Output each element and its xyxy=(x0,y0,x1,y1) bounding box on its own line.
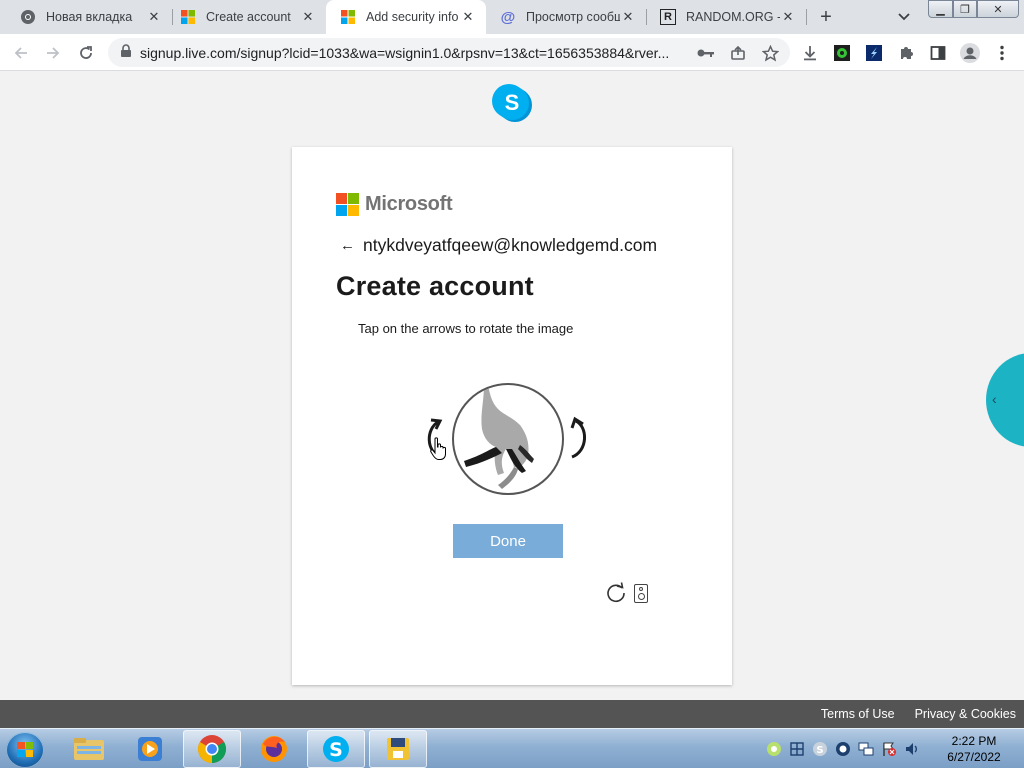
page-footer: Terms of Use Privacy & Cookies xyxy=(0,700,1024,728)
tab-search-chevron-icon[interactable] xyxy=(895,8,913,26)
extension-blue-icon[interactable] xyxy=(862,41,886,65)
clock-date: 6/27/2022 xyxy=(947,750,1001,764)
chrome-menu-icon[interactable] xyxy=(990,41,1014,65)
tab-label: Add security info xyxy=(366,10,459,24)
minimize-window-button[interactable]: ▁ xyxy=(928,0,953,18)
chrome-taskbar-icon[interactable] xyxy=(183,730,241,768)
clock-time: 2:22 PM xyxy=(951,734,997,748)
tab-label: Новая вкладка xyxy=(46,10,133,24)
tray-security-icon[interactable] xyxy=(835,741,851,757)
close-tab-icon[interactable]: ✕ xyxy=(300,9,316,25)
bookmark-star-icon[interactable] xyxy=(758,41,782,65)
tab-label: Просмотр сообщ xyxy=(526,10,620,24)
back-arrow-icon[interactable] xyxy=(9,41,33,65)
firefox-taskbar-icon[interactable] xyxy=(245,730,303,768)
random-org-icon: R xyxy=(660,9,676,25)
tray-app-green-icon[interactable] xyxy=(766,741,782,757)
tab-add-security-info[interactable]: Add security info ✕ xyxy=(326,0,486,34)
puzzle-instruction: Tap on the arrows to rotate the image xyxy=(358,321,574,336)
side-drawer-tab[interactable]: ‹ xyxy=(986,353,1024,447)
identity-banner: ← ntykdveyatfqeew@knowledgemd.com xyxy=(340,235,657,256)
microsoft-icon xyxy=(180,9,196,25)
start-button[interactable] xyxy=(6,732,44,768)
skype-taskbar-icon[interactable]: S xyxy=(307,730,365,768)
puzzle-extensions-icon[interactable] xyxy=(894,41,918,65)
svg-text:S: S xyxy=(816,745,823,756)
microsoft-squares-icon xyxy=(336,193,359,216)
restore-window-button[interactable]: ❐ xyxy=(953,0,977,18)
tab-label: RANDOM.ORG - ( xyxy=(686,10,780,24)
extension-green-icon[interactable] xyxy=(830,41,854,65)
identity-email: ntykdveyatfqeew@knowledgemd.com xyxy=(363,235,658,255)
terms-of-use-link[interactable]: Terms of Use xyxy=(821,707,895,721)
tray-volume-icon[interactable] xyxy=(904,741,920,757)
microsoft-logo: Microsoft xyxy=(336,193,453,216)
windows-taskbar: S S 2:22 PM 6/27/2022 xyxy=(0,728,1024,768)
animal-figure-icon xyxy=(464,385,534,489)
hand-cursor-icon xyxy=(430,437,446,460)
done-button[interactable]: Done xyxy=(453,524,563,558)
tray-network-icon[interactable] xyxy=(858,741,874,757)
notepad-taskbar-icon[interactable] xyxy=(369,730,427,768)
back-arrow-icon[interactable]: ← xyxy=(340,237,355,254)
url-text: signup.live.com/signup?lcid=1033&wa=wsig… xyxy=(140,44,670,61)
tab-create-account[interactable]: Create account ✕ xyxy=(166,0,326,34)
page-viewport: S Microsoft ← ntykdveyatfqeew@knowledgem… xyxy=(0,71,1024,700)
profile-avatar-icon[interactable] xyxy=(958,41,982,65)
close-tab-icon[interactable]: ✕ xyxy=(460,9,476,25)
close-tab-icon[interactable]: ✕ xyxy=(780,9,796,25)
forward-arrow-icon[interactable] xyxy=(41,41,65,65)
tray-action-center-flag-icon[interactable] xyxy=(881,741,897,757)
new-tab-button[interactable]: + xyxy=(814,5,838,29)
at-sign-icon: @ xyxy=(500,8,516,26)
tab-strip: Новая вкладка ✕ Create account ✕ Add sec… xyxy=(0,0,1024,34)
reload-icon[interactable] xyxy=(74,41,98,65)
tab-new-tab[interactable]: Новая вкладка ✕ xyxy=(6,0,172,34)
microsoft-icon xyxy=(340,9,356,25)
close-tab-icon[interactable]: ✕ xyxy=(620,9,636,25)
tab-label: Create account xyxy=(206,10,291,24)
key-icon[interactable] xyxy=(694,41,718,65)
close-window-button[interactable]: ✕ xyxy=(977,0,1019,18)
chrome-icon xyxy=(20,9,36,25)
chevron-left-icon: ‹ xyxy=(992,391,997,407)
windows-logo-icon xyxy=(17,742,33,757)
browser-toolbar: signup.live.com/signup?lcid=1033&wa=wsig… xyxy=(0,34,1024,71)
share-icon[interactable] xyxy=(726,41,750,65)
download-icon[interactable] xyxy=(798,41,822,65)
address-bar[interactable]: signup.live.com/signup?lcid=1033&wa=wsig… xyxy=(108,38,790,67)
microsoft-wordmark: Microsoft xyxy=(365,193,453,215)
taskbar-clock[interactable]: 2:22 PM 6/27/2022 xyxy=(930,733,1018,765)
skype-logo-icon: S xyxy=(495,86,529,120)
privacy-cookies-link[interactable]: Privacy & Cookies xyxy=(915,707,1016,721)
side-panel-icon[interactable] xyxy=(926,41,950,65)
system-tray: S xyxy=(766,735,927,763)
tray-network-app-icon[interactable] xyxy=(789,741,805,757)
media-player-taskbar-icon[interactable] xyxy=(121,730,179,768)
signup-card: Microsoft ← ntykdveyatfqeew@knowledgemd.… xyxy=(292,147,732,685)
rotating-puzzle-image xyxy=(452,383,564,495)
tray-skype-icon[interactable]: S xyxy=(812,741,828,757)
page-title: Create account xyxy=(336,271,534,301)
tab-random-org[interactable]: R RANDOM.ORG - ( ✕ xyxy=(646,0,806,34)
lock-icon[interactable] xyxy=(120,44,132,61)
close-tab-icon[interactable]: ✕ xyxy=(146,9,162,25)
tab-messages[interactable]: @ Просмотр сообщ ✕ xyxy=(486,0,646,34)
new-challenge-reload-icon[interactable] xyxy=(605,582,627,604)
rotate-right-arrow-icon[interactable] xyxy=(566,413,594,463)
svg-text:S: S xyxy=(329,739,343,761)
audio-challenge-speaker-icon[interactable] xyxy=(634,584,648,603)
windows-explorer-taskbar-icon[interactable] xyxy=(60,730,118,768)
